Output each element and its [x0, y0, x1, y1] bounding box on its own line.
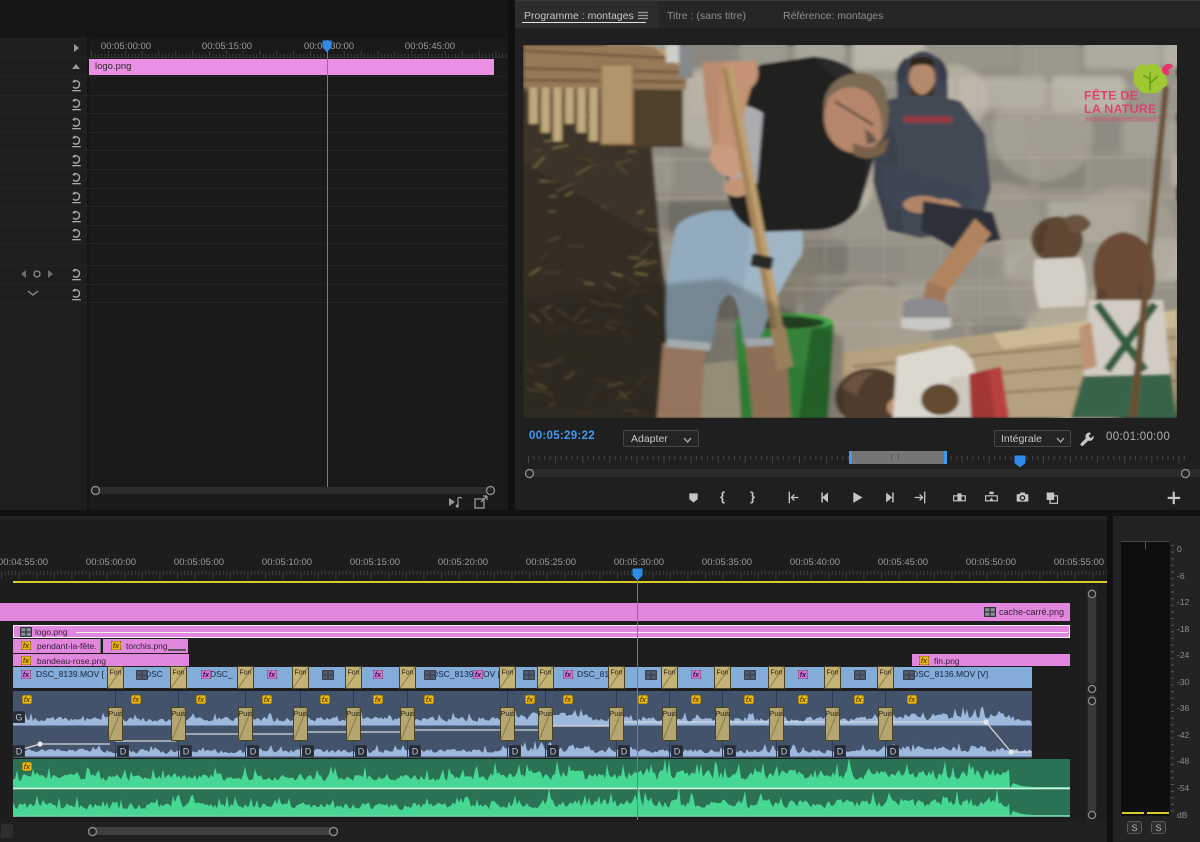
svg-text:Puis: Puis: [662, 709, 677, 718]
svg-text:D: D: [550, 747, 557, 757]
svg-text:Puis: Puis: [293, 709, 308, 718]
svg-text:Fon: Fon: [401, 669, 413, 676]
svg-text:fx: fx: [426, 695, 433, 704]
svg-text:fx: fx: [24, 762, 31, 771]
svg-text:fx: fx: [565, 695, 572, 704]
svg-text:Fon: Fon: [539, 669, 551, 676]
svg-text:fx: fx: [113, 641, 120, 650]
svg-text:D: D: [358, 747, 365, 757]
svg-text:D: D: [183, 747, 190, 757]
svg-text:fx: fx: [269, 670, 276, 679]
svg-text:D: D: [781, 747, 788, 757]
svg-text:LA NATURE: LA NATURE: [1084, 102, 1157, 116]
svg-text:fx: fx: [23, 656, 30, 665]
svg-text:fx: fx: [264, 695, 271, 704]
svg-text:Fon: Fon: [239, 669, 251, 676]
svg-text:fx: fx: [133, 695, 140, 704]
svg-text:Fon: Fon: [109, 669, 121, 676]
svg-text:Puis: Puis: [238, 709, 253, 718]
svg-text:D: D: [674, 747, 681, 757]
svg-text:fx: fx: [375, 670, 382, 679]
svg-text:D: D: [727, 747, 734, 757]
svg-text:D: D: [621, 747, 628, 757]
svg-text:Fon: Fon: [879, 669, 891, 676]
svg-text:fx: fx: [565, 670, 572, 679]
svg-text:fx: fx: [800, 670, 807, 679]
svg-text:Fon: Fon: [716, 669, 728, 676]
svg-text:Puis: Puis: [500, 709, 515, 718]
svg-text:G: G: [15, 713, 22, 723]
svg-text:Puis: Puis: [878, 709, 893, 718]
svg-text:D: D: [890, 747, 897, 757]
svg-text:Puis: Puis: [400, 709, 415, 718]
svg-text:Fon: Fon: [501, 669, 513, 676]
svg-text:fx: fx: [198, 695, 205, 704]
svg-text:fx: fx: [23, 641, 30, 650]
svg-text:fx: fx: [527, 695, 534, 704]
svg-text:fx: fx: [203, 670, 210, 679]
svg-text:fx: fx: [693, 670, 700, 679]
svg-text:fx: fx: [322, 695, 329, 704]
svg-text:fx: fx: [909, 695, 916, 704]
svg-text:fx: fx: [24, 695, 31, 704]
svg-text:Puis: Puis: [108, 709, 123, 718]
svg-text:D: D: [512, 747, 519, 757]
svg-text:fx: fx: [640, 695, 647, 704]
svg-text:Puis: Puis: [609, 709, 624, 718]
svg-text:Fon: Fon: [294, 669, 306, 676]
svg-text:Fon: Fon: [663, 669, 675, 676]
svg-text:Puis: Puis: [825, 709, 840, 718]
svg-text:Puis: Puis: [769, 709, 784, 718]
svg-text:FÊTE DE: FÊTE DE: [1084, 88, 1138, 103]
svg-text:fx: fx: [375, 695, 382, 704]
svg-text:Puis: Puis: [346, 709, 361, 718]
svg-text:fx: fx: [921, 656, 928, 665]
svg-text:fx: fx: [23, 670, 30, 679]
svg-text:Fon: Fon: [610, 669, 622, 676]
svg-text:Fon: Fon: [172, 669, 184, 676]
svg-text:D: D: [412, 747, 419, 757]
svg-text:Puis: Puis: [538, 709, 553, 718]
svg-text:Puis: Puis: [715, 709, 730, 718]
svg-text:Fon: Fon: [770, 669, 782, 676]
svg-text:D: D: [16, 747, 23, 757]
svg-text:D: D: [305, 747, 312, 757]
svg-text:D: D: [250, 747, 257, 757]
svg-text:Fon: Fon: [347, 669, 359, 676]
svg-text:Puis: Puis: [171, 709, 186, 718]
svg-text:fx: fx: [693, 695, 700, 704]
svg-text:D: D: [120, 747, 127, 757]
svg-text:fx: fx: [800, 695, 807, 704]
svg-text:D: D: [837, 747, 844, 757]
svg-text:fx: fx: [856, 695, 863, 704]
svg-text:fx: fx: [746, 695, 753, 704]
svg-text:fx: fx: [475, 670, 482, 679]
svg-text:Fon: Fon: [826, 669, 838, 676]
